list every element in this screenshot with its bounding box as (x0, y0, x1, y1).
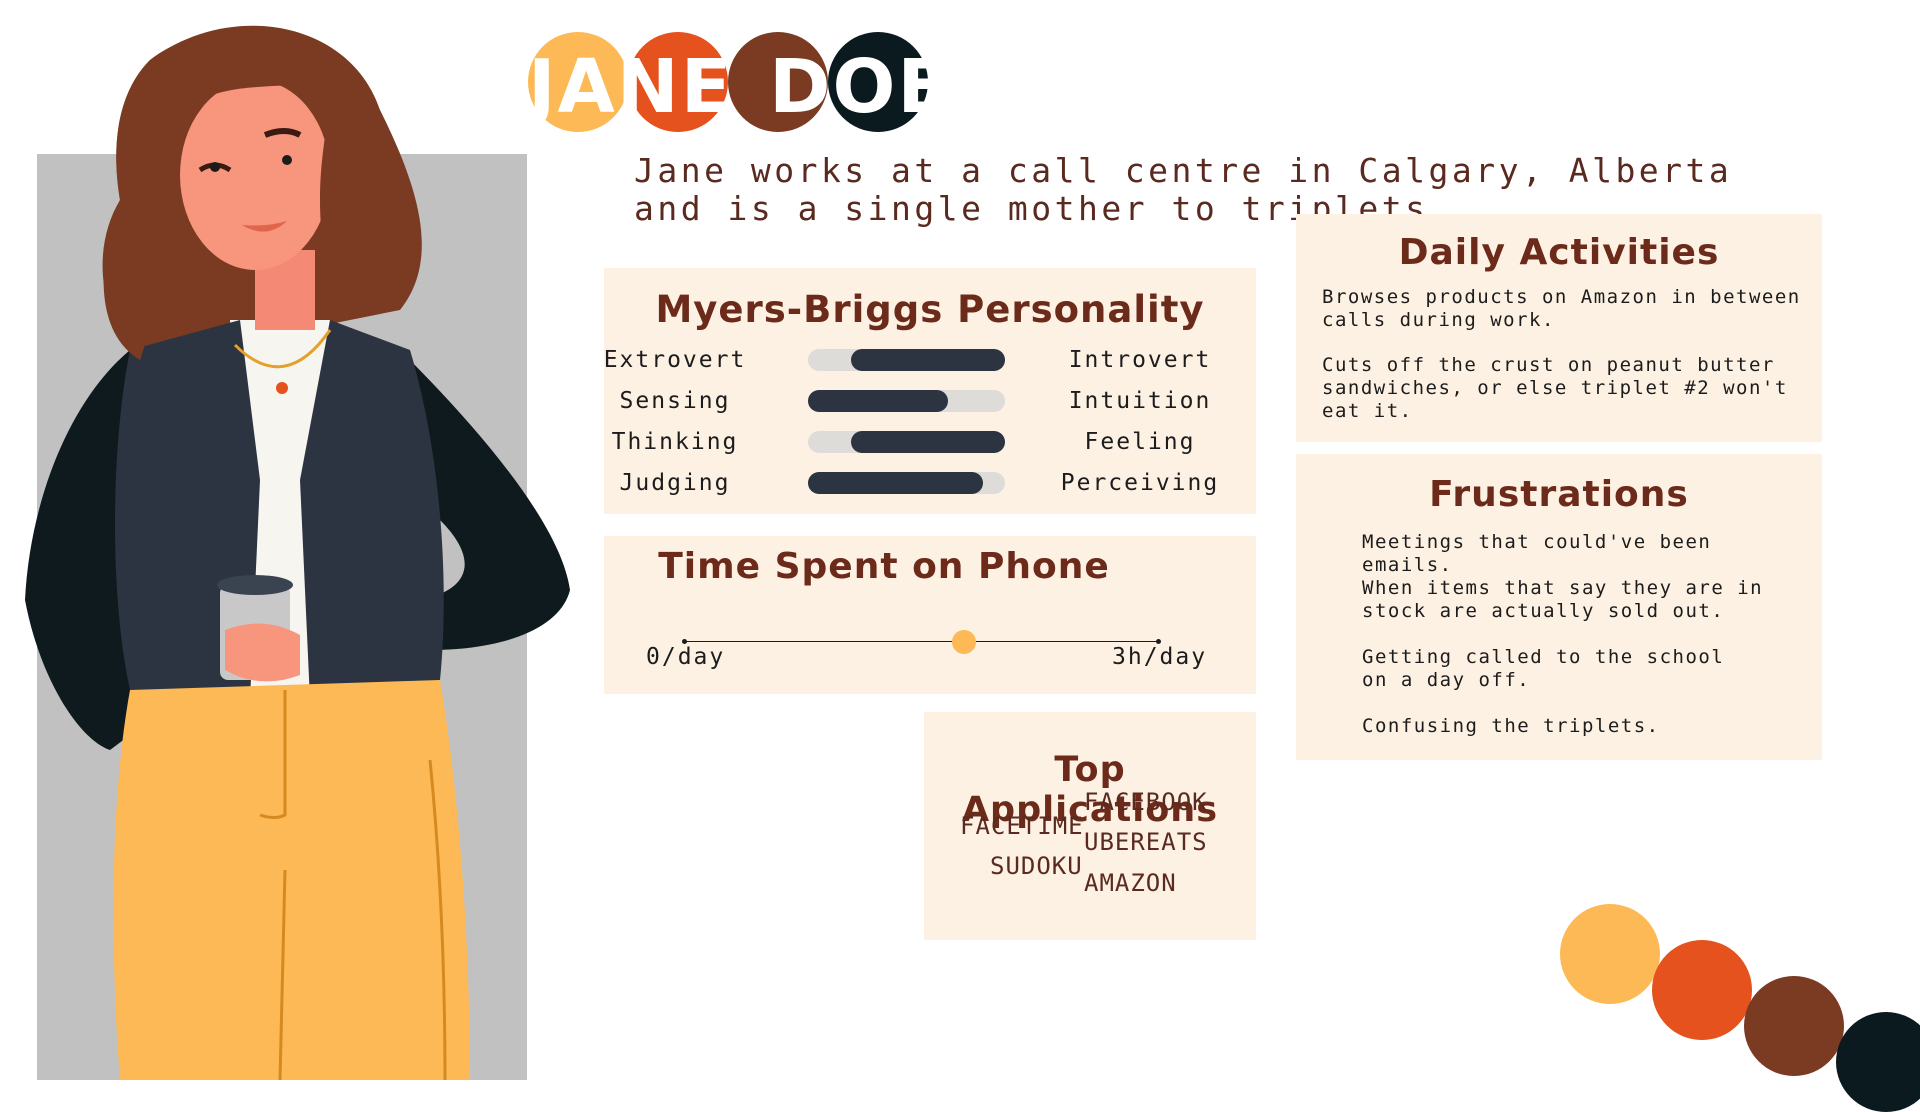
phone-time-title: Time Spent on Phone (658, 546, 1110, 587)
daily-activities-panel: Daily Activities Browses products on Ama… (1296, 214, 1822, 442)
frustrations-panel: Frustrations Meetings that could've been… (1296, 454, 1822, 760)
deco-circle-orange (1652, 940, 1752, 1040)
trait-bar-fill (851, 349, 1005, 371)
daily-activities-title: Daily Activities (1398, 232, 1720, 273)
personality-row: Sensing Intuition (600, 386, 1220, 416)
trait-left-label: Thinking (611, 429, 739, 455)
deco-circle-dark (1836, 1012, 1920, 1112)
phone-time-slider[interactable] (682, 630, 1161, 654)
slider-track (684, 641, 1159, 642)
personality-row: Thinking Feeling (600, 427, 1220, 457)
persona-first-name: JANE (528, 44, 734, 130)
deco-circle-yellow (1560, 904, 1660, 1004)
trait-bar-track (808, 349, 1005, 371)
trait-left-label: Extrovert (603, 347, 747, 373)
deco-circle-brown (1744, 976, 1844, 1076)
trait-right-label: Feeling (1084, 429, 1196, 455)
phone-time-min-label: 0/day (646, 644, 726, 670)
trait-bar-track (808, 431, 1005, 453)
trait-bar-fill (808, 472, 984, 494)
persona-last-name: DOE (769, 44, 950, 130)
trait-bar-fill (851, 431, 1005, 453)
myers-briggs-title: Myers-Briggs Personality (655, 288, 1205, 331)
personality-row: Judging Perceiving (600, 468, 1220, 498)
frustrations-title: Frustrations (1429, 474, 1689, 515)
app-ubereats: UBEREATS (1084, 828, 1208, 856)
trait-bar-track (808, 472, 1005, 494)
trait-right-label: Introvert (1068, 347, 1212, 373)
phone-time-panel: Time Spent on Phone 0/day 3h/day (604, 536, 1256, 694)
phone-time-max-label: 3h/day (1112, 644, 1208, 670)
trait-bar-fill (808, 390, 948, 412)
persona-name: JANE DOE (528, 42, 950, 132)
frustration-item: Confusing the triplets. (1362, 715, 1660, 737)
app-facetime: FACETIME (960, 812, 1084, 840)
trait-bar-track (808, 390, 1005, 412)
frustration-item: Getting called to the school on a day of… (1362, 646, 1725, 691)
daily-activity-item: Browses products on Amazon in between ca… (1322, 286, 1801, 331)
frustration-item: Meetings that could've been emails. (1362, 531, 1712, 576)
top-apps-panel: Top Applications FACETIME SUDOKU FACEBOO… (924, 712, 1256, 940)
slider-knob[interactable] (952, 630, 977, 654)
trait-left-label: Judging (619, 470, 731, 496)
trait-right-label: Intuition (1068, 388, 1212, 414)
trait-left-label: Sensing (619, 388, 731, 414)
daily-activity-item: Cuts off the crust on peanut butter sand… (1322, 354, 1788, 422)
app-sudoku: SUDOKU (990, 852, 1083, 880)
trait-right-label: Perceiving (1060, 470, 1220, 496)
app-amazon: AMAZON (1084, 869, 1177, 897)
app-facebook: FACEBOOK (1084, 788, 1208, 816)
persona-illustration (25, 25, 570, 1080)
personality-row: Extrovert Introvert (600, 345, 1220, 375)
frustration-item: When items that say they are in stock ar… (1362, 577, 1764, 622)
